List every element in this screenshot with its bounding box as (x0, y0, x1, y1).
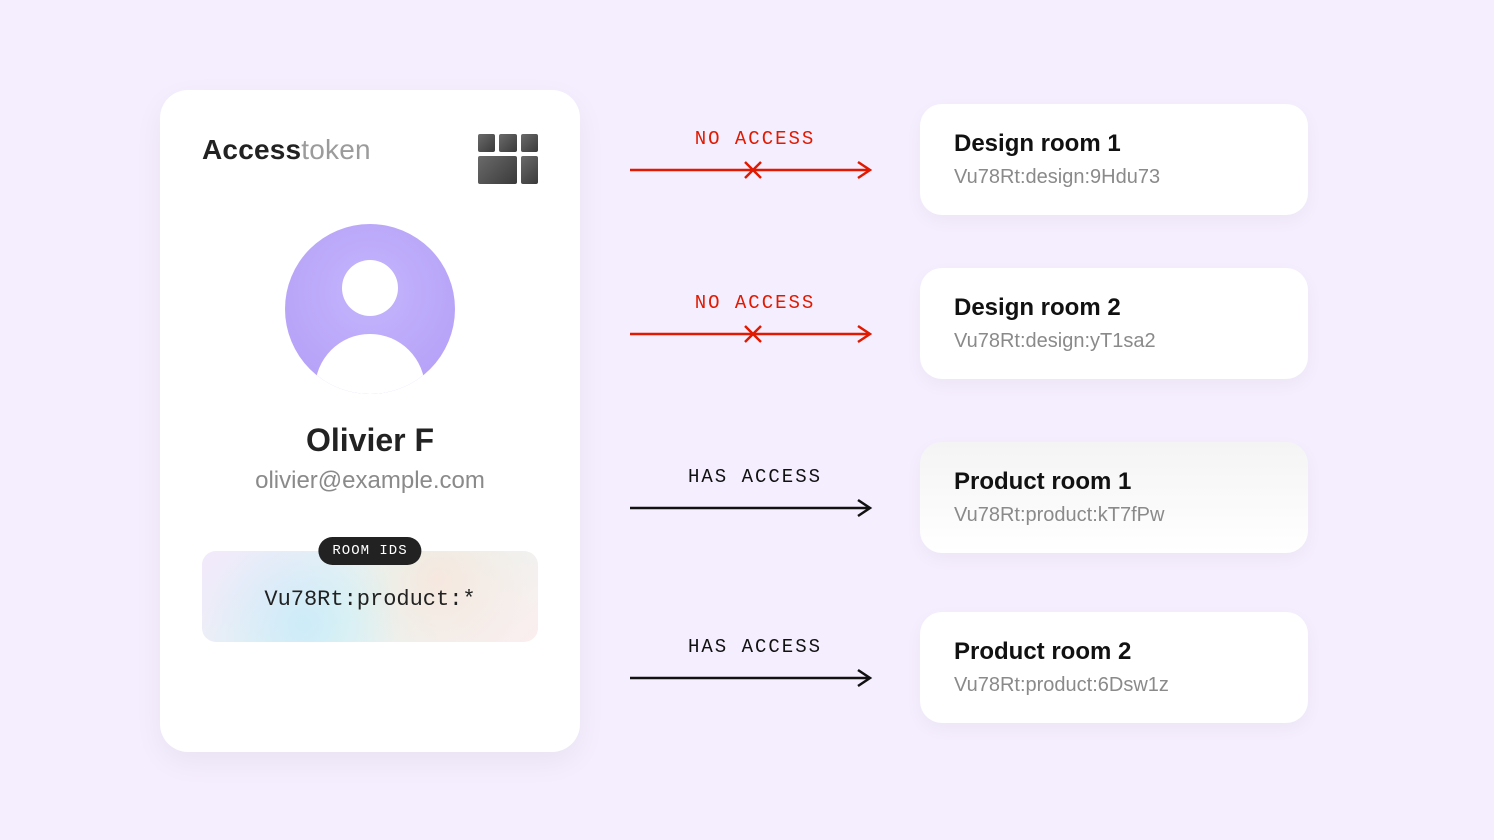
diagram-stage: Accesstoken Olivier F olivier@example.co… (0, 0, 1494, 840)
chip-icon (478, 134, 538, 184)
room-title: Product room 2 (954, 638, 1274, 666)
room-title: Product room 1 (954, 468, 1274, 496)
room-id: Vu78Rt:design:9Hdu73 (954, 166, 1274, 189)
user-email: olivier@example.com (202, 467, 538, 495)
arrow-allow-icon (630, 668, 880, 688)
arrow-deny-icon (630, 160, 880, 180)
room-id: Vu78Rt:product:6Dsw1z (954, 674, 1274, 697)
room-card: Product room 2 Vu78Rt:product:6Dsw1z (920, 612, 1308, 723)
access-arrow-no-access: NO ACCESS (630, 128, 880, 180)
access-token-card: Accesstoken Olivier F olivier@example.co… (160, 90, 580, 752)
room-id: Vu78Rt:design:yT1sa2 (954, 330, 1274, 353)
arrow-deny-icon (630, 324, 880, 344)
access-label: NO ACCESS (630, 292, 880, 314)
room-card: Product room 1 Vu78Rt:product:kT7fPw (920, 442, 1308, 553)
avatar-icon (285, 224, 455, 394)
access-arrow-has-access: HAS ACCESS (630, 636, 880, 688)
room-ids-badge: ROOM IDS (318, 537, 421, 565)
avatar-wrap (202, 224, 538, 394)
room-ids-box: ROOM IDS Vu78Rt:product:* (202, 551, 538, 642)
room-id: Vu78Rt:product:kT7fPw (954, 504, 1274, 527)
token-title-light: token (301, 134, 371, 165)
access-arrow-has-access: HAS ACCESS (630, 466, 880, 518)
room-card: Design room 2 Vu78Rt:design:yT1sa2 (920, 268, 1308, 379)
room-card: Design room 1 Vu78Rt:design:9Hdu73 (920, 104, 1308, 215)
room-ids-value: Vu78Rt:product:* (220, 587, 520, 612)
access-arrow-no-access: NO ACCESS (630, 292, 880, 344)
token-title: Accesstoken (202, 134, 371, 166)
room-title: Design room 1 (954, 130, 1274, 158)
room-title: Design room 2 (954, 294, 1274, 322)
arrow-allow-icon (630, 498, 880, 518)
token-title-bold: Access (202, 134, 301, 165)
user-name: Olivier F (202, 422, 538, 459)
token-card-header: Accesstoken (202, 134, 538, 184)
access-label: NO ACCESS (630, 128, 880, 150)
access-label: HAS ACCESS (630, 636, 880, 658)
access-label: HAS ACCESS (630, 466, 880, 488)
